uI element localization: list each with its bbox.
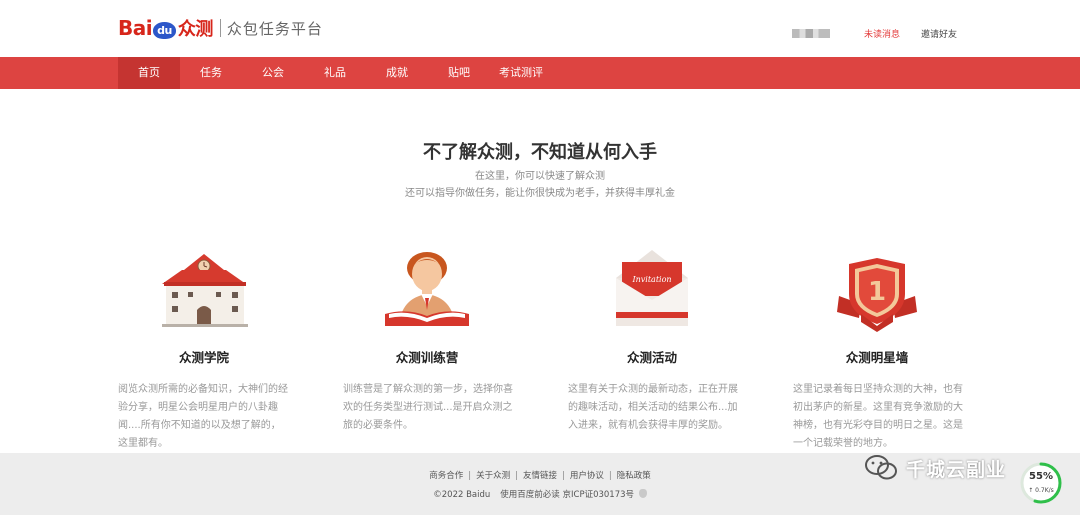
platform-name: 众包任务平台 xyxy=(226,19,323,38)
username-blurred[interactable] xyxy=(792,29,830,38)
footer-link-privacy[interactable]: 隐私政策 xyxy=(617,471,651,481)
main-nav: 首页 任务 公会 礼品 成就 贴吧 考试测评 xyxy=(0,57,1080,89)
medal-number: 1 xyxy=(868,277,886,307)
must-read-link[interactable]: 使用百度前必读 xyxy=(500,490,560,500)
hero-subtitle-1: 在这里，你可以快速了解众测 xyxy=(475,171,605,182)
nav-guild[interactable]: 公会 xyxy=(242,57,304,89)
footer-copyright: ©2022 Baidu 使用百度前必读 京ICP证030173号 xyxy=(0,488,1080,500)
baidu-zhongce-logo[interactable]: Bai du 众测 众包任务平台 xyxy=(118,10,323,46)
feature-title[interactable]: 众测训练营 xyxy=(327,347,527,366)
number-one-medal-icon: 1 xyxy=(837,258,917,332)
speed-rate: ↑ 0.7K/s xyxy=(1028,487,1054,494)
teacher-reading-icon xyxy=(385,252,469,326)
icp-link[interactable]: 京ICP证030173号 xyxy=(563,490,635,500)
feature-title[interactable]: 众测明星墙 xyxy=(777,347,977,366)
nav-exam[interactable]: 考试测评 xyxy=(490,57,552,89)
watermark: 千城云副业 xyxy=(864,452,1006,484)
school-building-icon xyxy=(162,254,248,327)
copyright-text: ©2022 Baidu xyxy=(433,490,491,500)
footer-link-agreement[interactable]: 用户协议 xyxy=(570,471,604,481)
invitation-envelope-icon: Invitation xyxy=(616,250,688,326)
speed-percent: 55% xyxy=(1029,471,1053,482)
footer-link-about[interactable]: 关于众测 xyxy=(476,471,510,481)
feature-description: 阅览众测所需的必备知识，大神们的经验分享，明星公会明星用户的八卦趣闻....所有… xyxy=(118,384,288,449)
police-badge-icon xyxy=(638,489,647,498)
top-header: Bai du 众测 众包任务平台 未读消息 邀请好友 xyxy=(0,0,1080,57)
feature-title[interactable]: 众测活动 xyxy=(552,347,752,366)
watermark-text: 千城云副业 xyxy=(906,458,1007,481)
nav-tieba[interactable]: 贴吧 xyxy=(428,57,490,89)
network-speed-widget[interactable]: 55% ↑ 0.7K/s xyxy=(1019,461,1063,505)
feature-title[interactable]: 众测学院 xyxy=(104,347,304,366)
footer-link-business[interactable]: 商务合作 xyxy=(429,471,463,481)
nav-achievements[interactable]: 成就 xyxy=(366,57,428,89)
invitation-word: Invitation xyxy=(631,275,671,284)
nav-home[interactable]: 首页 xyxy=(118,57,180,89)
feature-description: 训练营是了解众测的第一步，选择你喜欢的任务类型进行测试...是开启众测之旅的必要… xyxy=(343,384,513,431)
nav-tasks[interactable]: 任务 xyxy=(180,57,242,89)
feature-description: 这里有关于众测的最新动态，正在开展的趣味活动，相关活动的结果公布...加入进来，… xyxy=(568,384,738,431)
logo-divider xyxy=(219,19,221,37)
feature-description: 这里记录着每日坚持众测的大神，也有初出茅庐的新星。这里有竞争激励的大神榜，也有光… xyxy=(793,384,963,449)
invite-friends-link[interactable]: 邀请好友 xyxy=(921,27,957,40)
footer-link-friends[interactable]: 友情链接 xyxy=(523,471,557,481)
hero-subtitle-2: 还可以指导你做任务，能让你很快成为老手，并获得丰厚礼金 xyxy=(405,188,675,199)
nav-gifts[interactable]: 礼品 xyxy=(304,57,366,89)
logo-text: Bai du 众测 xyxy=(118,16,213,40)
page-title: 不了解众测，不知道从何入手 xyxy=(423,142,657,163)
wechat-icon xyxy=(865,455,897,480)
unread-messages-link[interactable]: 未读消息 xyxy=(864,27,900,40)
paw-icon: du xyxy=(153,22,176,39)
